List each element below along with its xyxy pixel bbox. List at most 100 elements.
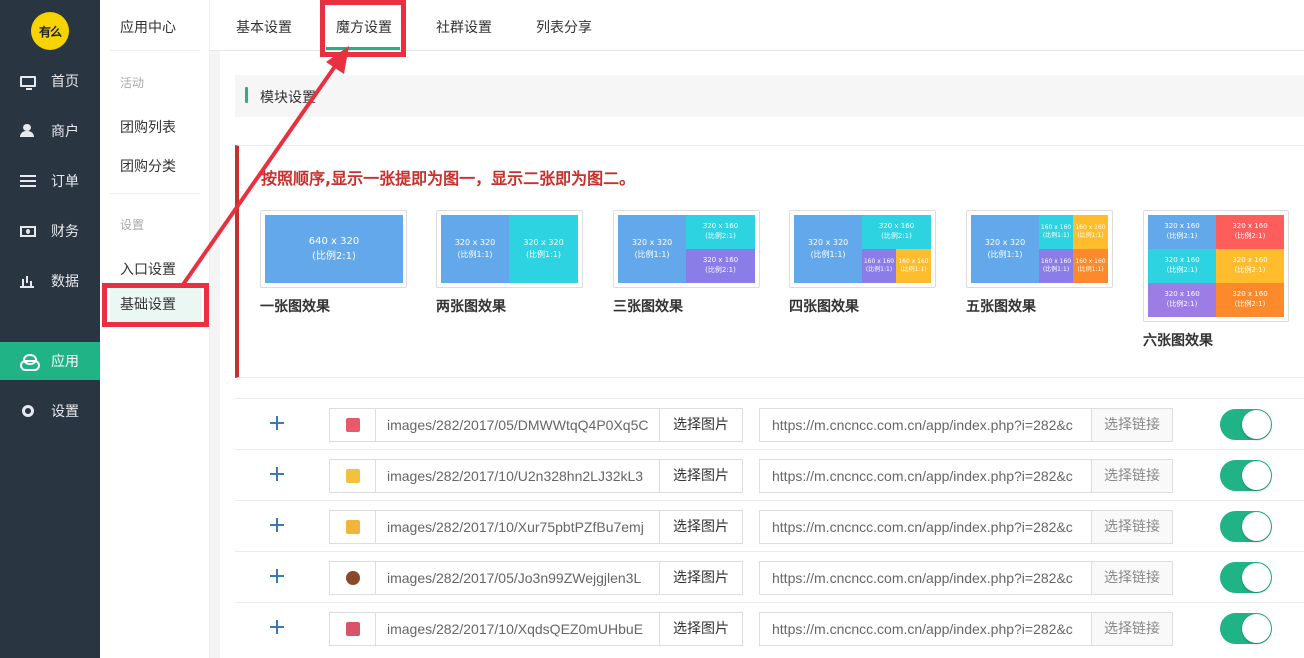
select-link-button[interactable]: 选择链接 — [1091, 459, 1173, 493]
image-thumbnail — [329, 408, 375, 442]
link-url-input[interactable]: https://m.cncncc.com.cn/app/index.php?i=… — [759, 510, 1092, 544]
sidebar-item-label: 订单 — [51, 174, 79, 190]
sidebar-item-data[interactable]: 数据 — [0, 262, 100, 300]
drag-move-icon[interactable] — [270, 467, 284, 481]
cell-ratio: (比例1:1) — [634, 250, 670, 259]
enable-toggle[interactable] — [1220, 613, 1272, 644]
sidebar-item-finance[interactable]: 财务 — [0, 212, 100, 250]
subnav-item-group-buy-list[interactable]: 团购列表 — [120, 117, 176, 137]
cell-ratio: (比例1:1) — [1077, 232, 1104, 239]
sidebar-item-settings[interactable]: 设置 — [0, 392, 100, 430]
tab-list-share[interactable]: 列表分享 — [536, 17, 592, 37]
example-preview: 320 x 320 (比例1:1) 160 x 160 (比例1:1) 160 … — [966, 210, 1113, 288]
subnav-item-group-buy-category[interactable]: 团购分类 — [120, 156, 176, 176]
select-link-button[interactable]: 选择链接 — [1091, 612, 1173, 646]
example-preview: 320 x 320 (比例1:1) 320 x 320 (比例1:1) — [436, 210, 583, 288]
image-path-input[interactable]: images/282/2017/10/Xur75pbtPZfBu7emj — [375, 510, 660, 544]
preview-cell: 320 x 320 (比例1:1) — [971, 215, 1039, 283]
image-thumbnail — [329, 561, 375, 595]
thumbnail-image — [345, 571, 360, 585]
example-caption: 一张图效果 — [260, 299, 330, 315]
thumbnail-image — [345, 469, 360, 483]
select-image-button[interactable]: 选择图片 — [660, 408, 743, 442]
image-path-input[interactable]: images/282/2017/05/Jo3n99ZWejgjlen3L — [375, 561, 660, 595]
cell-ratio: (比例2:1) — [705, 232, 736, 240]
brand-logo[interactable]: 有么 — [31, 12, 69, 50]
drag-move-icon[interactable] — [270, 620, 284, 634]
subnav-title: 应用中心 — [120, 20, 176, 36]
link-url-input[interactable]: https://m.cncncc.com.cn/app/index.php?i=… — [759, 612, 1092, 646]
select-image-button[interactable]: 选择图片 — [660, 561, 743, 595]
select-image-button[interactable]: 选择图片 — [660, 612, 743, 646]
preview-cell: 320 x 160 (比例2:1) — [1216, 283, 1284, 317]
cell-size: 160 x 160 — [898, 257, 929, 265]
preview-cell: 320 x 160 (比例2:1) — [1148, 215, 1216, 249]
sidebar-item-apps[interactable]: 应用 — [0, 342, 100, 380]
enable-toggle[interactable] — [1220, 460, 1272, 491]
cell-ratio: (比例1:1) — [457, 250, 493, 259]
example-caption: 六张图效果 — [1143, 333, 1213, 349]
preview-cell: 320 x 160 (比例2:1) — [862, 215, 931, 249]
preview-cell: 160 x 160 (比例1:1) — [896, 249, 931, 283]
tab-basic-settings[interactable]: 基本设置 — [236, 17, 292, 37]
sub-sidebar: 应用中心 活动 团购列表 团购分类 设置 入口设置 基础设置 — [100, 0, 210, 658]
preview-cell: 320 x 320 (比例1:1) — [618, 215, 686, 283]
cell-ratio: (比例2:1) — [312, 251, 356, 262]
content-gutter — [210, 51, 220, 658]
thumbnail-image — [345, 622, 360, 636]
sidebar-item-orders[interactable]: 订单 — [0, 162, 100, 200]
select-image-button[interactable]: 选择图片 — [660, 459, 743, 493]
select-link-button[interactable]: 选择链接 — [1091, 408, 1173, 442]
tab-community-settings[interactable]: 社群设置 — [436, 17, 492, 37]
sidebar-item-label: 商户 — [51, 124, 79, 140]
cell-size: 320 x 320 — [984, 238, 1026, 247]
sidebar-item-merchants[interactable]: 商户 — [0, 112, 100, 150]
cell-ratio: (比例2:1) — [881, 232, 912, 240]
link-url-input[interactable]: https://m.cncncc.com.cn/app/index.php?i=… — [759, 408, 1092, 442]
cell-size: 320 x 160 — [1164, 290, 1200, 299]
cell-size: 320 x 160 — [1164, 256, 1200, 265]
enable-toggle[interactable] — [1220, 511, 1272, 542]
sidebar-item-label: 财务 — [51, 224, 79, 240]
select-image-button[interactable]: 选择图片 — [660, 510, 743, 544]
drag-move-icon[interactable] — [270, 416, 284, 430]
preview-cell: 320 x 320 (比例1:1) — [441, 215, 509, 283]
divider — [110, 50, 200, 51]
sidebar-item-label: 首页 — [51, 74, 79, 90]
module-settings-header: 模块设置 — [235, 75, 1304, 117]
cell-size: 320 x 320 — [523, 238, 564, 247]
enable-toggle[interactable] — [1220, 409, 1272, 440]
cell-size: 320 x 160 — [1232, 222, 1268, 231]
cell-ratio: (比例2:1) — [705, 266, 736, 274]
sidebar-item-label: 设置 — [51, 404, 79, 420]
preview-cell: 160 x 160 (比例1:1) — [1073, 215, 1108, 249]
preview-cell: 160 x 160 (比例1:1) — [1039, 249, 1073, 283]
preview-cell: 320 x 160 (比例2:1) — [1148, 283, 1216, 317]
link-url-input[interactable]: https://m.cncncc.com.cn/app/index.php?i=… — [759, 459, 1092, 493]
image-path-input[interactable]: images/282/2017/10/XqdsQEZ0mUHbuE — [375, 612, 660, 646]
select-link-button[interactable]: 选择链接 — [1091, 561, 1173, 595]
preview-cell: 320 x 160 (比例2:1) — [1216, 249, 1284, 283]
cell-ratio: (比例2:1) — [1166, 266, 1198, 274]
image-path-input[interactable]: images/282/2017/10/U2n328hn2LJ32kL3 — [375, 459, 660, 493]
drag-move-icon[interactable] — [270, 569, 284, 583]
select-link-button[interactable]: 选择链接 — [1091, 510, 1173, 544]
preview-cell: 320 x 160 (比例2:1) — [1148, 249, 1216, 283]
cell-size: 320 x 160 — [1164, 222, 1200, 231]
sidebar-item-home[interactable]: 首页 — [0, 62, 100, 100]
sidebar-item-label: 数据 — [51, 274, 79, 290]
image-thumbnail — [329, 459, 375, 493]
link-url-input[interactable]: https://m.cncncc.com.cn/app/index.php?i=… — [759, 561, 1092, 595]
subnav-group-settings: 设置 — [120, 218, 145, 232]
cell-ratio: (比例2:1) — [1166, 232, 1198, 240]
image-path-input[interactable]: images/282/2017/05/DMWWtqQ4P0Xq5C — [375, 408, 660, 442]
cell-ratio: (比例2:1) — [1234, 266, 1266, 274]
enable-toggle[interactable] — [1220, 562, 1272, 593]
cell-ratio: (比例1:1) — [865, 266, 893, 273]
subnav-item-entry-settings[interactable]: 入口设置 — [120, 259, 176, 279]
cell-size: 320 x 320 — [454, 238, 496, 247]
drag-move-icon[interactable] — [270, 518, 284, 532]
app-root: 有么 首页 商户 订单 财务 数据 应用 设置 应用中心 活动 团购列表 团购分… — [0, 0, 1304, 658]
cell-ratio: (比例1:1) — [987, 250, 1023, 259]
table-row: images/282/2017/10/XqdsQEZ0mUHbuE 选择图片 h… — [235, 602, 1304, 653]
